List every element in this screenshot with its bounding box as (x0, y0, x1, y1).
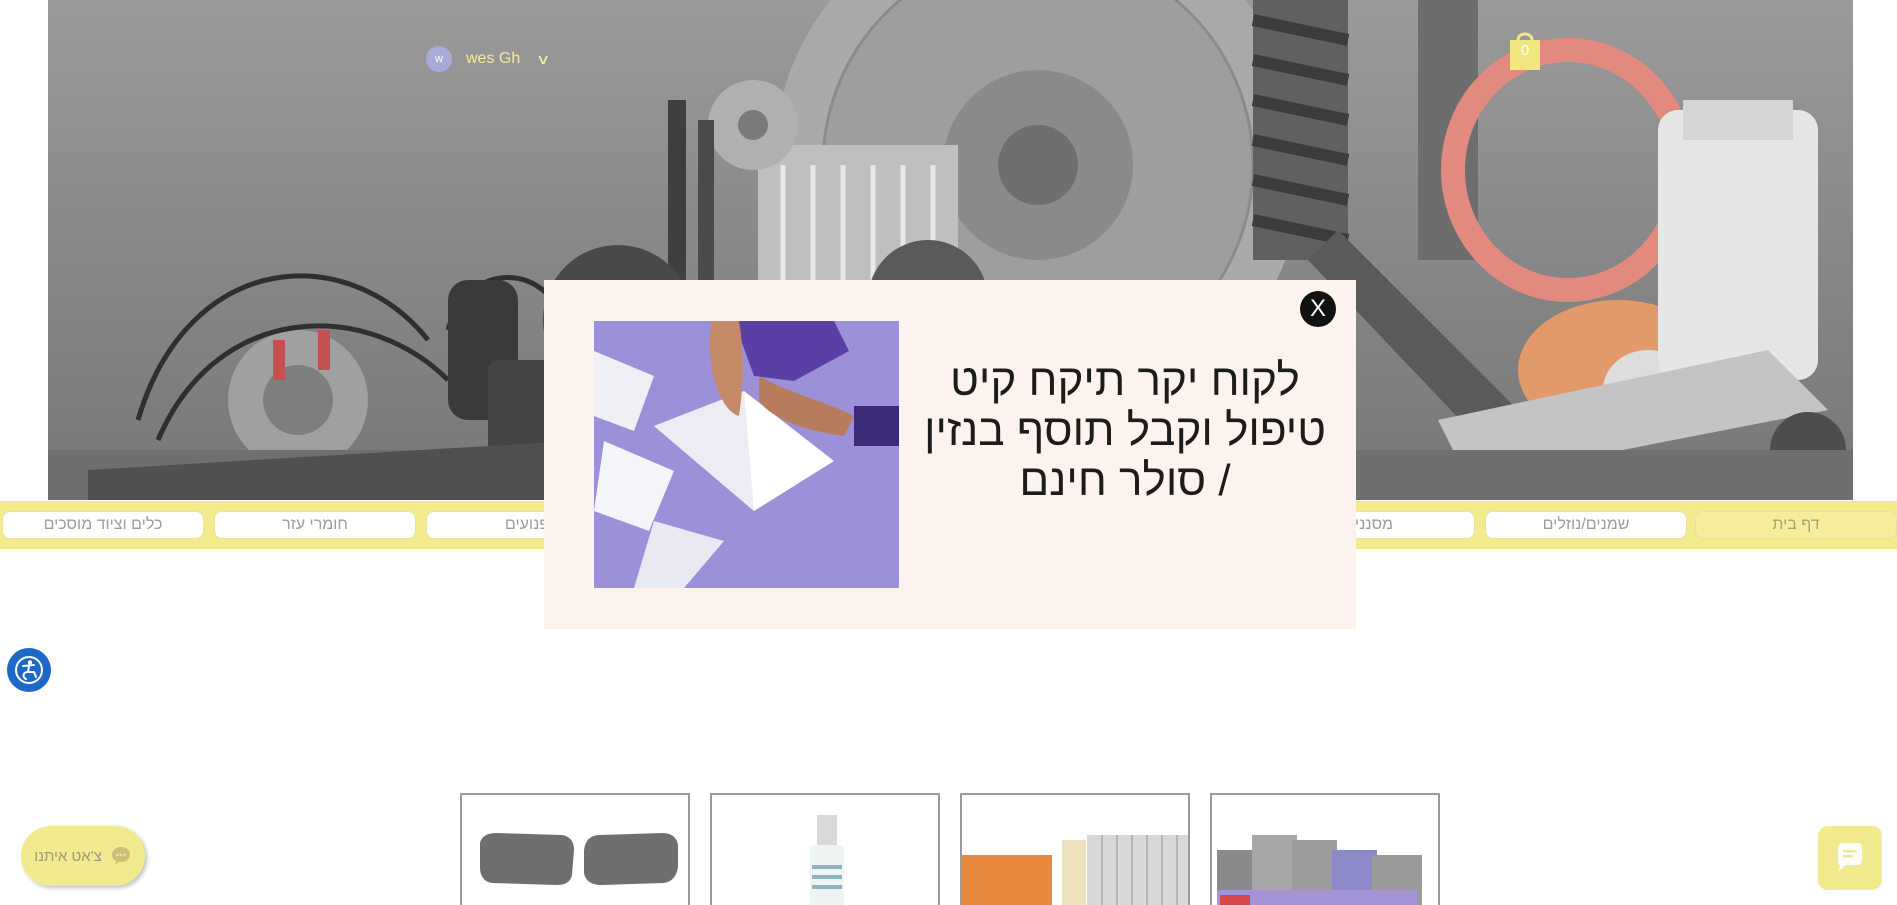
chevron-down-icon: ∨ (536, 50, 551, 67)
chat-with-us-button[interactable]: צ'אט איתנו (21, 826, 145, 886)
product-card-oils[interactable] (1210, 793, 1440, 905)
product-card-filters[interactable] (960, 793, 1190, 905)
avatar: w (426, 46, 452, 72)
page: w wes Gh ∨ 0 דף בית שמנים/נוזלים מסנני פ… (0, 0, 1897, 905)
filters-image (962, 835, 1188, 905)
product-card-brake-pads[interactable] (460, 793, 690, 905)
folding-paper-image (594, 321, 899, 588)
nav-item-oils-fluids[interactable]: שמנים/נוזלים (1485, 511, 1687, 539)
chat-label: צ'אט איתנו (34, 847, 102, 865)
promo-image (594, 321, 899, 588)
chat-widget-button[interactable] (1818, 826, 1882, 890)
brake-pads-image (480, 833, 678, 885)
username: wes Gh (466, 50, 521, 67)
product-card-spark-plug[interactable] (710, 793, 940, 905)
nav-item-supplies[interactable]: חומרי עזר (214, 511, 416, 539)
accessibility-button[interactable] (7, 648, 51, 692)
chat-bubble-icon (111, 847, 130, 865)
user-menu[interactable]: w wes Gh ∨ (426, 46, 551, 72)
cart-button[interactable]: 0 (1508, 28, 1542, 70)
cart-count: 0 (1520, 42, 1530, 59)
accessibility-icon (15, 656, 43, 684)
chat-icon (1838, 843, 1862, 871)
nav-item-home[interactable]: דף בית (1695, 511, 1897, 539)
spark-plug-image (810, 815, 844, 905)
close-button[interactable]: X (1300, 291, 1336, 327)
promo-headline: לקוח יקר תיקח קיט טיפול וקבל תוסף בנזין … (924, 356, 1326, 505)
oil-cans-image (1217, 835, 1422, 905)
nav-item-tools-garage[interactable]: כלים וציוד מוסכים (2, 511, 204, 539)
